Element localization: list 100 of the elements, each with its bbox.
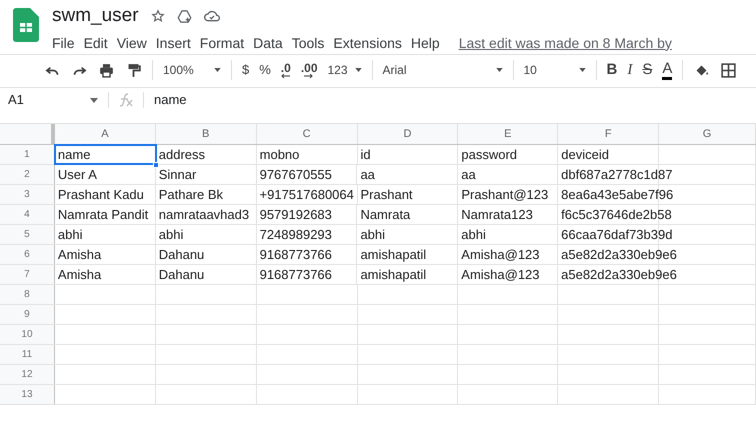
menu-item[interactable]: Edit	[84, 32, 108, 54]
table-cell-text: f6c5c37646de2b58	[561, 206, 672, 224]
table-cell-text: deviceid	[561, 146, 609, 164]
italic-button[interactable]: I	[627, 58, 632, 82]
row-header[interactable]: 4	[0, 205, 55, 224]
column-header[interactable]: G	[659, 124, 756, 144]
table-cell-text: namrataavhad3	[158, 206, 250, 224]
row-header[interactable]: 9	[0, 305, 55, 324]
row-header[interactable]: 13	[0, 385, 55, 404]
formula-field[interactable]: name	[154, 90, 187, 110]
column-header[interactable]: C	[256, 124, 358, 144]
table-cell-text: Amisha@123	[461, 266, 540, 284]
table-cell-text: Prashant	[360, 186, 413, 204]
table-cell-text: Pathare Bk	[158, 186, 224, 204]
menu-item[interactable]: Insert	[156, 32, 191, 54]
table-cell-text: abhi	[58, 226, 82, 244]
fill-handle[interactable]	[152, 162, 159, 168]
document-title[interactable]: swm_user	[52, 2, 139, 30]
print-icon[interactable]	[98, 62, 115, 78]
row-header[interactable]: 5	[0, 225, 55, 244]
table-cell-text: Amisha	[58, 246, 102, 264]
function-icon	[117, 92, 135, 108]
table-cell-text: 9168773766	[260, 246, 332, 264]
menu-item[interactable]: Data	[253, 32, 283, 54]
row-header[interactable]: 12	[0, 365, 55, 384]
table-cell-text: aa	[360, 166, 375, 184]
menu-item[interactable]: Extensions	[333, 32, 402, 54]
table-cell-text: 9579192683	[260, 206, 332, 224]
caret-icon	[578, 68, 586, 72]
drive-icon[interactable]	[176, 8, 192, 24]
table-cell-text: Dahanu	[158, 266, 204, 284]
table-cell-text: aa	[461, 166, 476, 184]
strikethrough-button[interactable]: S	[642, 58, 652, 82]
table-cell-text: Prashant@123	[461, 186, 548, 204]
caret-icon	[496, 68, 502, 72]
table-cell-text: mobno	[260, 146, 300, 164]
dropdown[interactable]: Arial	[382, 61, 502, 79]
format-button[interactable]: $	[242, 60, 250, 80]
caret-icon	[214, 68, 221, 72]
table-cell-text: Namrata Pandit	[58, 206, 148, 224]
table-cell-text: address	[158, 146, 206, 164]
table-cell-text: id	[360, 146, 371, 164]
column-header[interactable]: D	[358, 124, 458, 144]
borders-icon[interactable]	[720, 62, 738, 78]
row-header[interactable]: 2	[0, 165, 55, 184]
table-cell-text: 9168773766	[260, 266, 332, 284]
dropdown[interactable]: 123	[328, 61, 362, 79]
table-cell-text: abhi	[360, 226, 386, 244]
sheets-logo-icon[interactable]	[13, 8, 39, 42]
decimal-button[interactable]: .00	[300, 62, 318, 78]
table-cell-text: Amisha@123	[461, 246, 540, 264]
table-cell-text: 66caa76daf73b39d	[561, 226, 672, 244]
star-icon[interactable]	[150, 9, 165, 24]
menu-item[interactable]: Format	[200, 32, 244, 54]
column-header[interactable]: A	[54, 124, 156, 144]
row-header[interactable]: 3	[0, 185, 55, 204]
table-cell-text: +917517680064	[260, 186, 354, 204]
dropdown[interactable]: 100%	[163, 61, 221, 79]
row-header[interactable]: 10	[0, 325, 55, 344]
bold-button[interactable]: B	[606, 58, 618, 82]
column-header[interactable]: E	[458, 124, 558, 144]
text-color-button[interactable]: A	[662, 60, 672, 80]
table-cell-text: password	[461, 146, 517, 164]
menu-item[interactable]: Tools	[292, 32, 324, 54]
row-header[interactable]: 7	[0, 265, 55, 284]
table-cell-text: abhi	[461, 226, 486, 244]
selected-cell[interactable]: name	[54, 145, 156, 164]
menu-item[interactable]: File	[52, 32, 75, 54]
row-header[interactable]: 1	[0, 145, 55, 164]
row-header[interactable]: 6	[0, 245, 55, 264]
table-cell-text: a5e82d2a330eb9e6	[561, 246, 677, 264]
table-cell-text: amishapatil	[360, 246, 426, 264]
menu-item[interactable]: View	[116, 32, 147, 54]
table-cell-text: 7248989293	[260, 226, 332, 244]
row-header[interactable]: 11	[0, 345, 55, 364]
dropdown-icon[interactable]	[90, 98, 98, 102]
table-cell-text: Prashant Kadu	[58, 186, 144, 204]
cloud-icon[interactable]	[204, 10, 220, 22]
decimal-button[interactable]: .0	[280, 62, 291, 78]
column-header[interactable]: B	[156, 124, 257, 144]
format-button[interactable]: %	[259, 60, 271, 80]
table-cell-text: Namrata123	[461, 206, 533, 224]
arrow-icon	[304, 74, 314, 78]
column-header[interactable]: F	[558, 124, 660, 144]
arrow-icon	[280, 74, 291, 78]
table-cell-text: amishapatil	[360, 266, 426, 284]
name-box[interactable]: A1	[0, 90, 90, 110]
table-cell-text: abhi	[158, 226, 184, 244]
menu-item[interactable]: Help	[410, 32, 440, 54]
table-cell-text: 8ea6a43e5abe7f96	[561, 186, 674, 204]
table-cell-text: Namrata	[360, 206, 410, 224]
dropdown[interactable]: 10	[524, 61, 586, 79]
row-header[interactable]: 8	[0, 285, 55, 304]
table-cell-text: a5e82d2a330eb9e6	[561, 266, 677, 284]
table-cell-text: Sinnar	[158, 166, 196, 184]
table-cell-text: Dahanu	[158, 246, 204, 264]
table-cell-text: User A	[58, 166, 97, 184]
last-edit-link[interactable]: Last edit was made on 8 March by	[458, 32, 672, 54]
table-cell-text: 9767670555	[260, 166, 332, 184]
caret-icon	[354, 68, 362, 72]
